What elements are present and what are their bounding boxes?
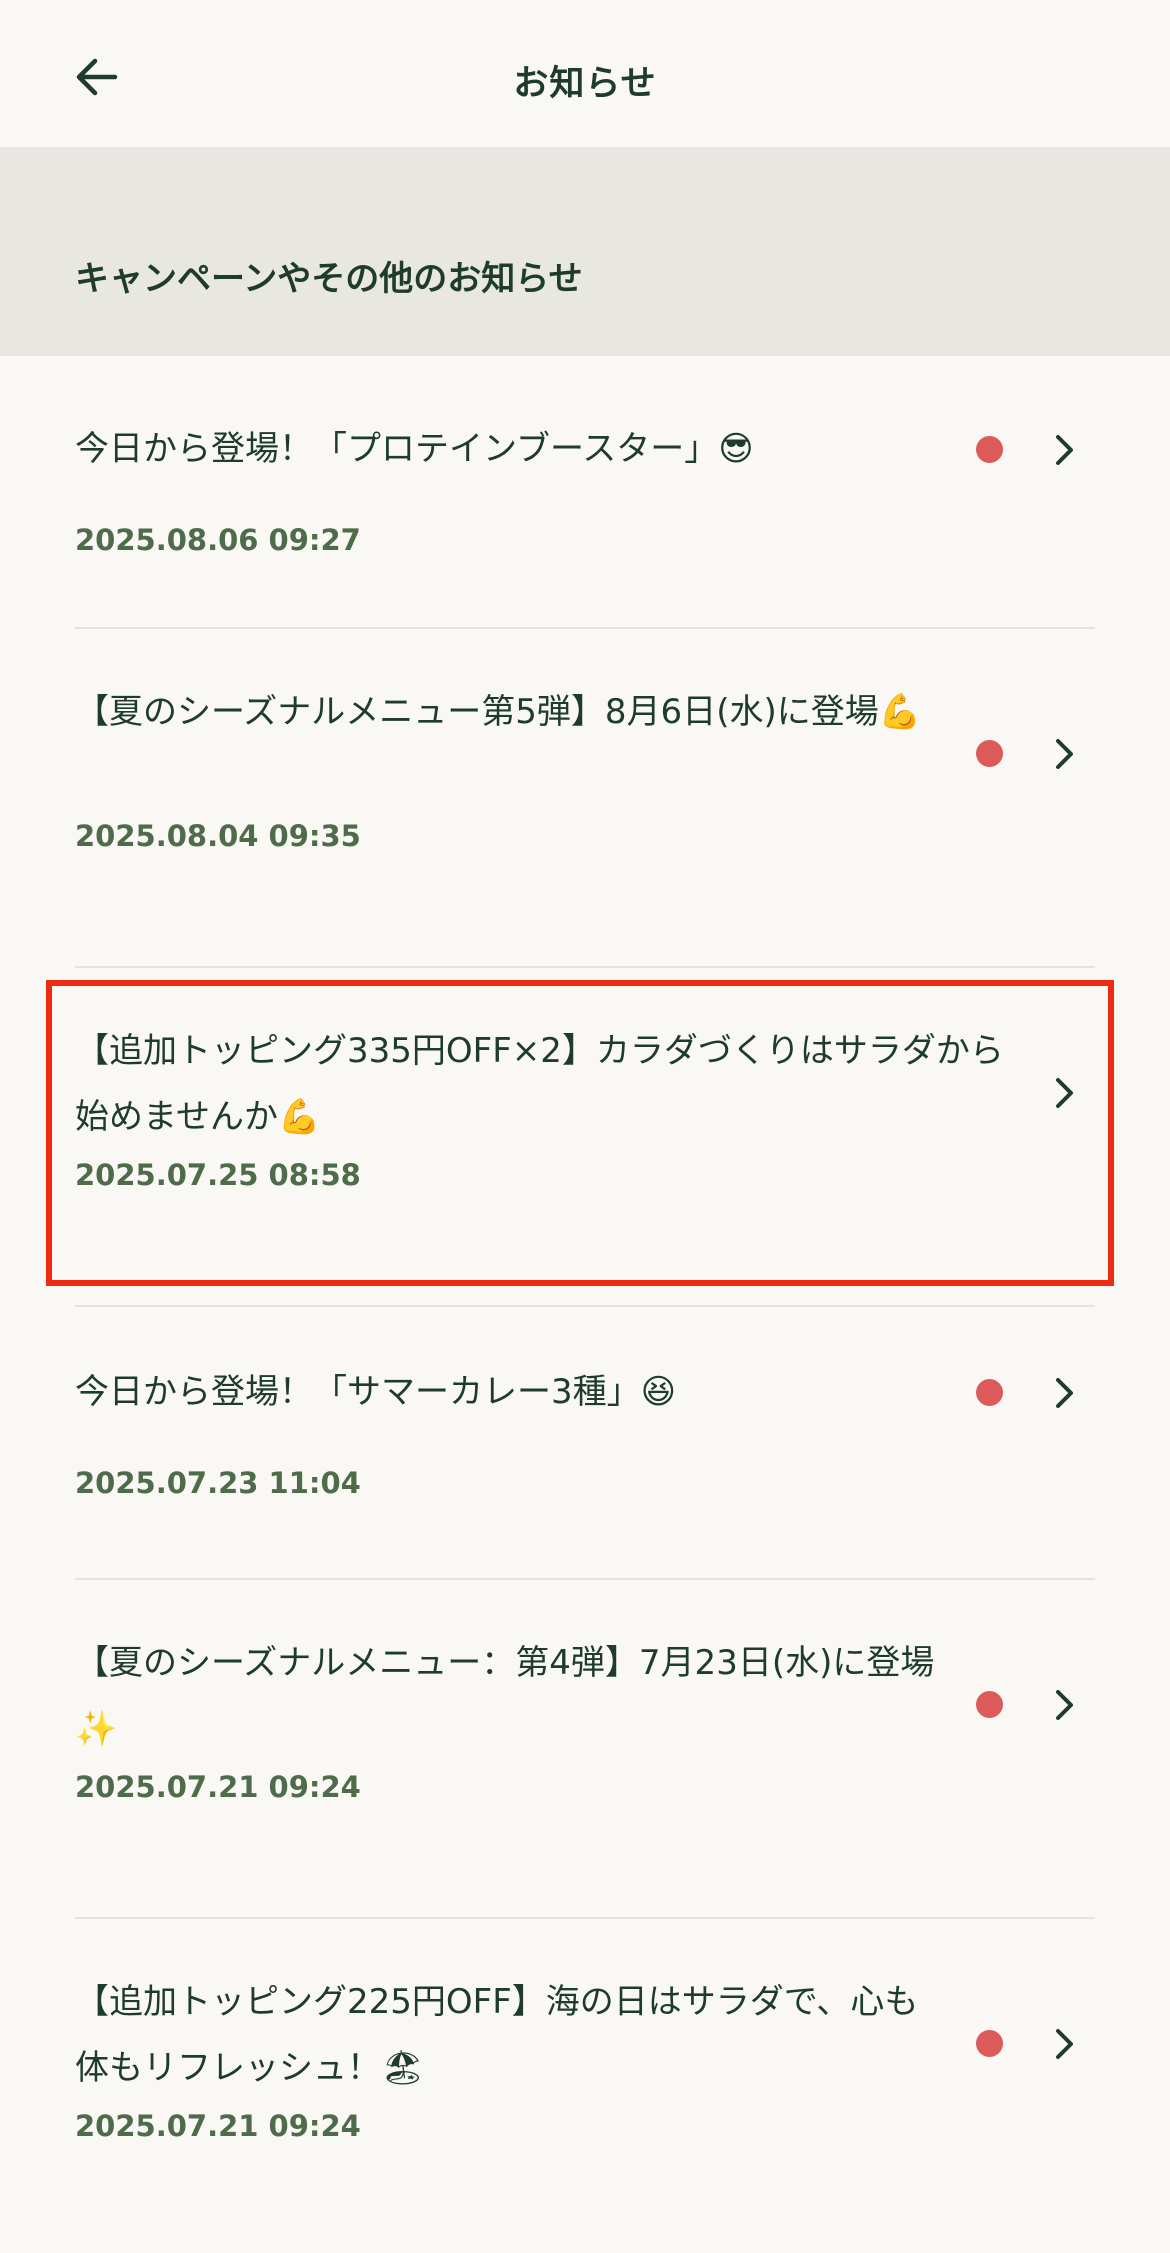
chevron-right-icon (1056, 739, 1073, 769)
notification-date: 2025.07.23 11:04 (75, 1466, 361, 1500)
notification-item[interactable]: 今日から登場！「サマーカレー3種」😆 2025.07.23 11:04 (0, 1307, 1170, 1579)
unread-dot (976, 436, 1003, 463)
notification-item[interactable]: 【追加トッピング225円OFF】海の日はサラダで、心も体もリフレッシュ！🏖 20… (0, 1919, 1170, 2253)
chevron-right-icon (1056, 2029, 1073, 2059)
section-title: キャンペーンやその他のお知らせ (75, 259, 583, 299)
unread-dot (976, 1691, 1003, 1718)
notification-item[interactable]: 【夏のシーズナルメニュー：第4弾】7月23日(水)に登場✨ 2025.07.21… (0, 1580, 1170, 1918)
chevron-right-icon (1056, 1690, 1073, 1720)
notification-item[interactable]: 今日から登場！「プロテインブースター」😎 2025.08.06 09:27 (0, 356, 1170, 638)
notification-date: 2025.07.25 08:58 (75, 1158, 361, 1192)
unread-dot (976, 1379, 1003, 1406)
chevron-right-icon (1056, 1378, 1073, 1408)
app-header: お知らせ (0, 0, 1170, 147)
notification-title: 【夏のシーズナルメニュー第5弾】8月6日(水)に登場💪 (75, 692, 922, 732)
unread-dot (976, 740, 1003, 767)
section-header: キャンペーンやその他のお知らせ (0, 147, 1170, 356)
notification-date: 2025.07.21 09:24 (75, 2109, 361, 2143)
notification-date: 2025.07.21 09:24 (75, 1770, 361, 1804)
notification-item[interactable]: 【夏のシーズナルメニュー第5弾】8月6日(水)に登場💪 2025.08.04 0… (0, 629, 1170, 967)
chevron-right-icon (1056, 435, 1073, 465)
notification-title: 今日から登場！「プロテインブースター」😎 (75, 429, 754, 469)
notification-title: 今日から登場！「サマーカレー3種」😆 (75, 1372, 677, 1412)
notification-title: 【追加トッピング335円OFF×2】カラダづくりはサラダから始めませんか💪 (75, 1031, 1004, 1137)
notification-date: 2025.08.04 09:35 (75, 819, 361, 853)
unread-dot (976, 2030, 1003, 2057)
notification-title: 【夏のシーズナルメニュー：第4弾】7月23日(水)に登場✨ (75, 1643, 935, 1749)
page-title: お知らせ (513, 64, 657, 104)
chevron-right-icon (1056, 1078, 1073, 1108)
notification-date: 2025.08.06 09:27 (75, 523, 361, 557)
notification-title: 【追加トッピング225円OFF】海の日はサラダで、心も体もリフレッシュ！🏖 (75, 1982, 919, 2088)
notification-item[interactable]: 【追加トッピング335円OFF×2】カラダづくりはサラダから始めませんか💪 20… (0, 968, 1170, 1306)
